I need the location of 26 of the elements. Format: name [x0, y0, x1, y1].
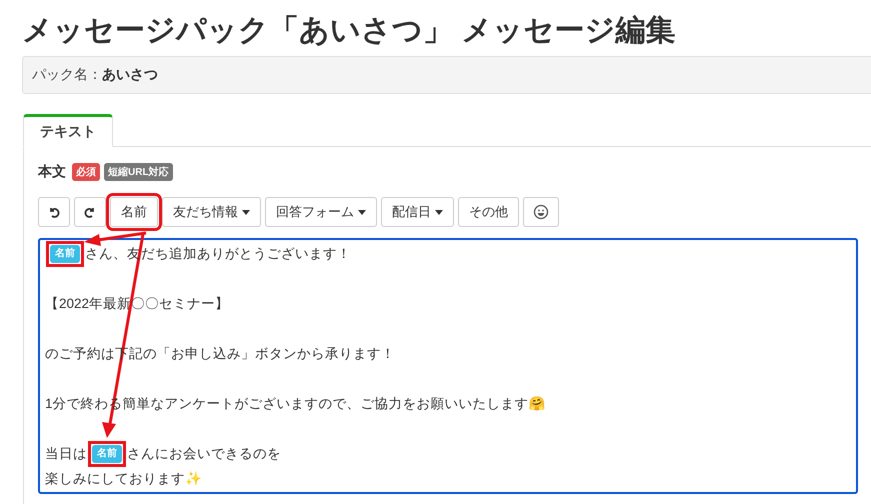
page-title: メッセージパック「あいさつ」 メッセージ編集 — [21, 13, 676, 49]
emoji-button[interactable] — [523, 197, 559, 227]
badge: 短縮URL対応 — [104, 163, 173, 181]
name-tag: 名前 — [50, 244, 80, 262]
name-tag: 名前 — [92, 444, 122, 462]
undo-button[interactable] — [38, 197, 70, 227]
smiley-icon — [533, 204, 549, 220]
tab[interactable]: テキスト — [23, 114, 113, 147]
field-label: 本文 — [38, 163, 66, 181]
dropdown-button[interactable]: 友だち情報 — [162, 197, 261, 227]
message-text: 楽しみにしております✨ — [45, 470, 202, 488]
toolbar-button[interactable]: その他 — [458, 197, 519, 227]
dropdown-button[interactable]: 回答フォーム — [265, 197, 377, 227]
caret-icon — [435, 210, 443, 214]
caret-icon — [358, 210, 366, 214]
pack-name-value: あいさつ — [102, 66, 158, 84]
redo-icon — [84, 206, 96, 218]
undo-icon — [48, 206, 60, 218]
pack-name-label: パック名： — [32, 66, 102, 84]
badge: 必須 — [72, 163, 100, 181]
redo-button[interactable] — [74, 197, 106, 227]
dropdown-button[interactable]: 配信日 — [381, 197, 454, 227]
caret-icon — [242, 210, 250, 214]
message-text: さんにお会いできるのを — [127, 445, 281, 463]
message-text: 当日は — [45, 445, 87, 463]
message-text: 【2022年最新〇〇セミナー】 — [45, 295, 230, 313]
